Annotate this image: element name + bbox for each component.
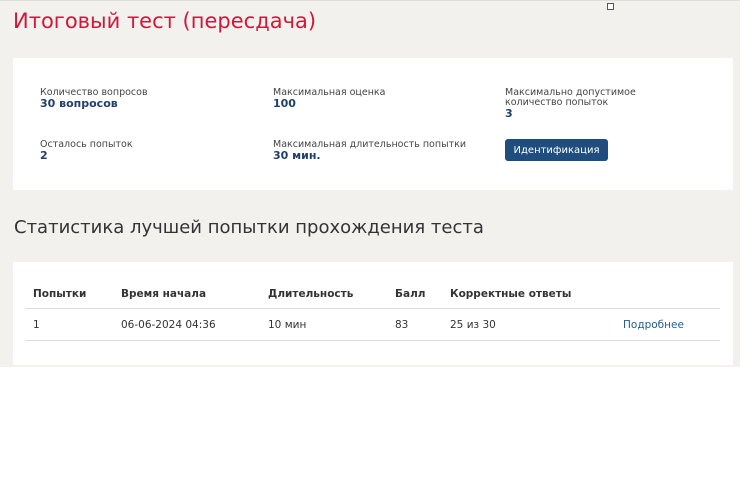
cell-score: 83 [387, 308, 442, 341]
column-header-attempts: Попытки [25, 280, 113, 309]
attempts-left-value: 2 [40, 149, 48, 162]
table-header-row: Попытки Время начала Длительность Балл К… [25, 280, 720, 309]
max-score-value: 100 [273, 97, 296, 110]
column-header-score: Балл [387, 280, 442, 309]
cell-correct: 25 из 30 [442, 308, 615, 341]
cell-actions: Подробнее [615, 308, 720, 341]
max-attempts-value: 3 [505, 107, 513, 120]
table-row: 1 06-06-2024 04:36 10 мин 83 25 из 30 По… [25, 308, 720, 341]
column-header-correct: Корректные ответы [442, 280, 615, 309]
stats-heading: Статистика лучшей попытки прохождения те… [14, 217, 484, 238]
max-attempts-item: Максимально допустимое количество попыто… [505, 88, 680, 120]
column-header-actions [615, 280, 720, 309]
max-attempts-label: Максимально допустимое количество попыто… [505, 87, 636, 108]
max-score-item: Максимальная оценка 100 [273, 88, 473, 110]
cell-attempt: 1 [25, 308, 113, 341]
column-header-start-time: Время начала [113, 280, 260, 309]
attempts-left-label: Осталось попыток [40, 139, 133, 150]
questions-count-item: Количество вопросов 30 вопросов [40, 88, 240, 110]
cell-start-time: 06-06-2024 04:36 [113, 308, 260, 341]
stats-card: Попытки Время начала Длительность Балл К… [13, 262, 733, 365]
questions-count-value: 30 вопросов [40, 97, 118, 110]
stats-table: Попытки Время начала Длительность Балл К… [25, 280, 720, 341]
window-resize-handle[interactable] [607, 3, 614, 10]
column-header-duration: Длительность [260, 280, 387, 309]
max-duration-value: 30 мин. [273, 149, 321, 162]
test-info-card: Количество вопросов 30 вопросов Максимал… [13, 58, 733, 190]
max-duration-item: Максимальная длительность попытки 30 мин… [273, 140, 473, 162]
identification-button[interactable]: Идентификация [505, 139, 608, 161]
cell-duration: 10 мин [260, 308, 387, 341]
attempts-left-item: Осталось попыток 2 [40, 140, 240, 162]
page-title: Итоговый тест (пересдача) [13, 9, 317, 33]
details-link[interactable]: Подробнее [623, 319, 684, 331]
max-score-label: Максимальная оценка [273, 87, 386, 98]
